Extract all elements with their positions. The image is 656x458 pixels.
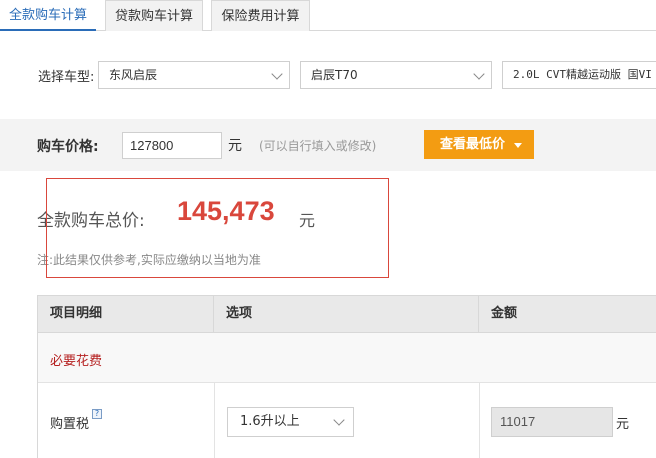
column-header-option: 选项 [214,296,479,333]
model-select[interactable]: 2.0L CVT精越运动版 国VI [502,61,656,89]
chevron-down-icon [271,68,283,80]
total-price-value: 145,473 [177,196,275,226]
series-select-value: 启辰T70 [311,68,358,82]
displacement-select[interactable]: 1.6升以上 [227,407,354,437]
purchase-tax-amount-field: 11017 [491,407,613,437]
price-unit: 元 [228,138,242,154]
price-input[interactable]: 127800 [122,132,222,159]
cell-divider [479,383,480,458]
table-row: 购置税 ? 1.6升以上 11017 元 [38,383,656,458]
price-band: 购车价格: 127800 元 (可以自行填入或修改) 查看最低价 [0,119,656,171]
tab-insurance[interactable]: 保险费用计算 [211,0,310,31]
brand-select-value: 东风启辰 [109,68,158,82]
table-header: 项目明细 选项 金额 [38,295,656,333]
column-header-item: 项目明细 [38,296,214,333]
price-label: 购车价格: [37,139,99,155]
total-price-unit: 元 [299,211,316,230]
cost-table: 项目明细 选项 金额 必要花费 购置税 ? 1.6升以上 11017 元 [37,295,656,458]
question-icon[interactable]: ? [92,409,102,419]
section-row-required: 必要花费 [38,333,656,383]
select-model-label: 选择车型: [38,70,95,85]
chevron-down-icon [333,414,345,426]
total-price-label: 全款购车总价: [37,211,145,231]
row-label-purchase-tax: 购置税 [50,417,90,432]
tab-bar: 全款购车计算 贷款购车计算 保险费用计算 [0,0,656,31]
tab-loan[interactable]: 贷款购车计算 [105,0,203,31]
caret-down-icon [514,143,522,148]
series-select[interactable]: 启辰T70 [300,61,492,89]
view-lowest-price-button[interactable]: 查看最低价 [424,130,534,159]
column-header-amount: 金额 [491,306,518,321]
view-lowest-price-label: 查看最低价 [440,137,506,152]
price-hint: (可以自行填入或修改) [259,139,377,153]
displacement-select-value: 1.6升以上 [240,414,300,429]
disclaimer-note: 注:此结果仅供参考,实际应缴纳以当地为准 [37,253,261,267]
model-selector-row: 选择车型: 东风启辰 启辰T70 2.0L CVT精越运动版 国VI [0,58,656,90]
amount-unit: 元 [616,417,630,432]
chevron-down-icon [473,68,485,80]
tab-full-payment[interactable]: 全款购车计算 [0,0,96,31]
model-select-value: 2.0L CVT精越运动版 国VI [513,68,652,81]
cell-divider [214,383,215,458]
brand-select[interactable]: 东风启辰 [98,61,290,89]
section-label: 必要花费 [50,354,103,369]
